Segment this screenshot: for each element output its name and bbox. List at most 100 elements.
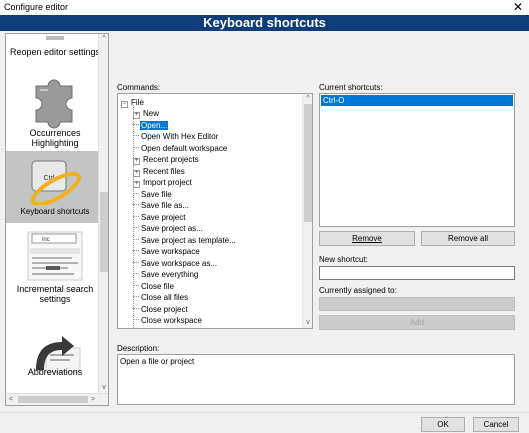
tree-item[interactable]: Save project as... [133,223,204,234]
scroll-down-icon[interactable]: v [99,383,108,393]
collapse-icon[interactable]: − [121,101,128,108]
tree-connector [133,227,139,228]
tree-item-label: Recent files [143,166,185,176]
description-label: Description: [117,344,160,353]
tree-item[interactable]: Save workspace [133,246,201,257]
shortcut-item[interactable]: Ctrl-O [321,95,513,106]
tree-item-label: Save project as template... [141,235,236,245]
tree-connector [133,319,139,320]
tree-item[interactable]: + Recent projects [133,154,200,165]
tree-connector [133,284,139,286]
sidebar-item-keyboard-shortcuts[interactable]: Ctrl Keyboard shortcuts [6,151,104,223]
tree-item-label: Save workspace [141,247,200,256]
tree-item-label: Save workspace as... [141,258,218,268]
scroll-left-icon[interactable]: < [6,394,16,405]
sidebar-item-reopen-settings[interactable]: Reopen editor settings [6,47,104,57]
commands-label: Commands: [117,83,161,92]
tree-item-label: Import project [143,178,192,187]
new-shortcut-input[interactable] [319,266,515,280]
window-title: Configure editor [4,2,69,12]
tree-item-label: Close project [141,304,188,314]
currently-assigned-field [319,297,515,311]
tree-item-label: Close file [141,281,174,291]
cancel-button[interactable]: Cancel [473,417,519,432]
sidebar-item-occurrences-highlighting[interactable]: Occurrences Highlighting [6,128,104,148]
tree-item-label: Open With Hex Editor [141,132,219,141]
sidebar-horizontal-scrollbar[interactable]: < > [6,393,108,405]
keyboard-shortcut-icon: Ctrl [6,155,104,207]
tree-item[interactable]: Save project [133,212,186,223]
tree-item[interactable]: Close file [133,281,175,292]
tree-item[interactable]: Save file as... [133,200,190,211]
close-icon[interactable]: ✕ [513,0,523,14]
description-text: Open a file or project [120,357,195,366]
window-titlebar: Configure editor ✕ [0,0,529,15]
tree-item-label: Save file [141,189,172,199]
tree-connector [133,123,139,125]
tree-item[interactable]: Open default workspace [133,143,228,154]
incremental-search-icon: inc [6,230,104,282]
tree-connector [133,192,139,194]
commands-vertical-scrollbar[interactable]: ^ v [302,94,312,328]
tree-item[interactable]: Open... [133,120,169,131]
page-title: Keyboard shortcuts [0,15,529,31]
expand-icon[interactable]: + [133,181,140,188]
tree-connector [133,261,139,263]
tree-item[interactable]: Close project [133,304,189,315]
tree-connector [133,204,139,205]
tree-item-label: Close all files [141,293,189,302]
settings-category-list[interactable]: Reopen editor settings Occurrences Highl… [5,33,109,406]
add-button[interactable]: Add [319,315,515,330]
tree-item-label: Recent projects [143,155,199,164]
scroll-thumb[interactable] [304,104,312,222]
currently-assigned-label: Currently assigned to: [319,286,397,295]
remove-button[interactable]: Remove [319,231,415,246]
tree-item-label: Close workspace [141,316,202,325]
tree-item[interactable]: + Import project [133,177,193,188]
tree-item-label: Save everything [141,270,199,279]
reopen-settings-icon [6,36,104,44]
commands-tree[interactable]: − File + New Open... Open With Hex Editor Ope… [117,93,313,329]
tree-connector [133,238,139,240]
tree-item-label: Save project [141,212,186,222]
sidebar-item-abbreviations[interactable]: Abbreviations [6,367,104,377]
expand-icon[interactable]: + [133,169,140,177]
tree-item[interactable]: Save project as template... [133,235,237,246]
sidebar-item-incremental-search[interactable]: Incremental search settings [6,284,104,304]
tree-item[interactable]: Save everything [133,269,199,280]
expand-icon[interactable]: + [133,112,140,119]
new-shortcut-label: New shortcut: [319,255,368,264]
puzzle-piece-icon [6,74,104,130]
tree-connector [133,215,139,217]
remove-all-button[interactable]: Remove all [421,231,515,246]
tree-root-file[interactable]: − File [121,97,145,108]
tree-connector [133,250,139,251]
tree-item[interactable]: Save file [133,189,173,200]
tree-item-label: Open default workspace [141,143,228,153]
scroll-right-icon[interactable]: > [88,394,98,405]
tree-item-label: Save file as... [141,201,190,210]
tree-item[interactable]: + Recent files [133,166,186,177]
scroll-up-icon[interactable]: ^ [303,94,312,104]
expand-icon[interactable]: + [133,158,140,165]
tree-item-label: New [143,109,160,118]
tree-connector [133,296,139,297]
scroll-thumb[interactable] [100,192,108,272]
ok-button[interactable]: OK [421,417,465,432]
tree-item[interactable]: Open With Hex Editor [133,131,219,142]
sidebar-item-label: Keyboard shortcuts [20,207,90,216]
tree-item[interactable]: Close workspace [133,315,203,326]
scroll-up-icon[interactable]: ^ [99,34,108,44]
current-shortcuts-list[interactable]: Ctrl-O [319,93,515,227]
description-box: Open a file or project [117,354,515,405]
tree-item[interactable]: + New [133,108,160,119]
hscroll-thumb[interactable] [18,396,88,403]
tree-item-label: Save project as... [141,224,203,233]
tree-item[interactable]: Save workspace as... [133,258,218,269]
scroll-down-icon[interactable]: v [303,318,312,328]
tree-connector [133,135,139,136]
tree-connector [133,146,139,148]
tree-connector [133,307,139,309]
tree-item[interactable]: Close all files [133,292,189,303]
sidebar-vertical-scrollbar[interactable]: ^ v [98,34,108,393]
